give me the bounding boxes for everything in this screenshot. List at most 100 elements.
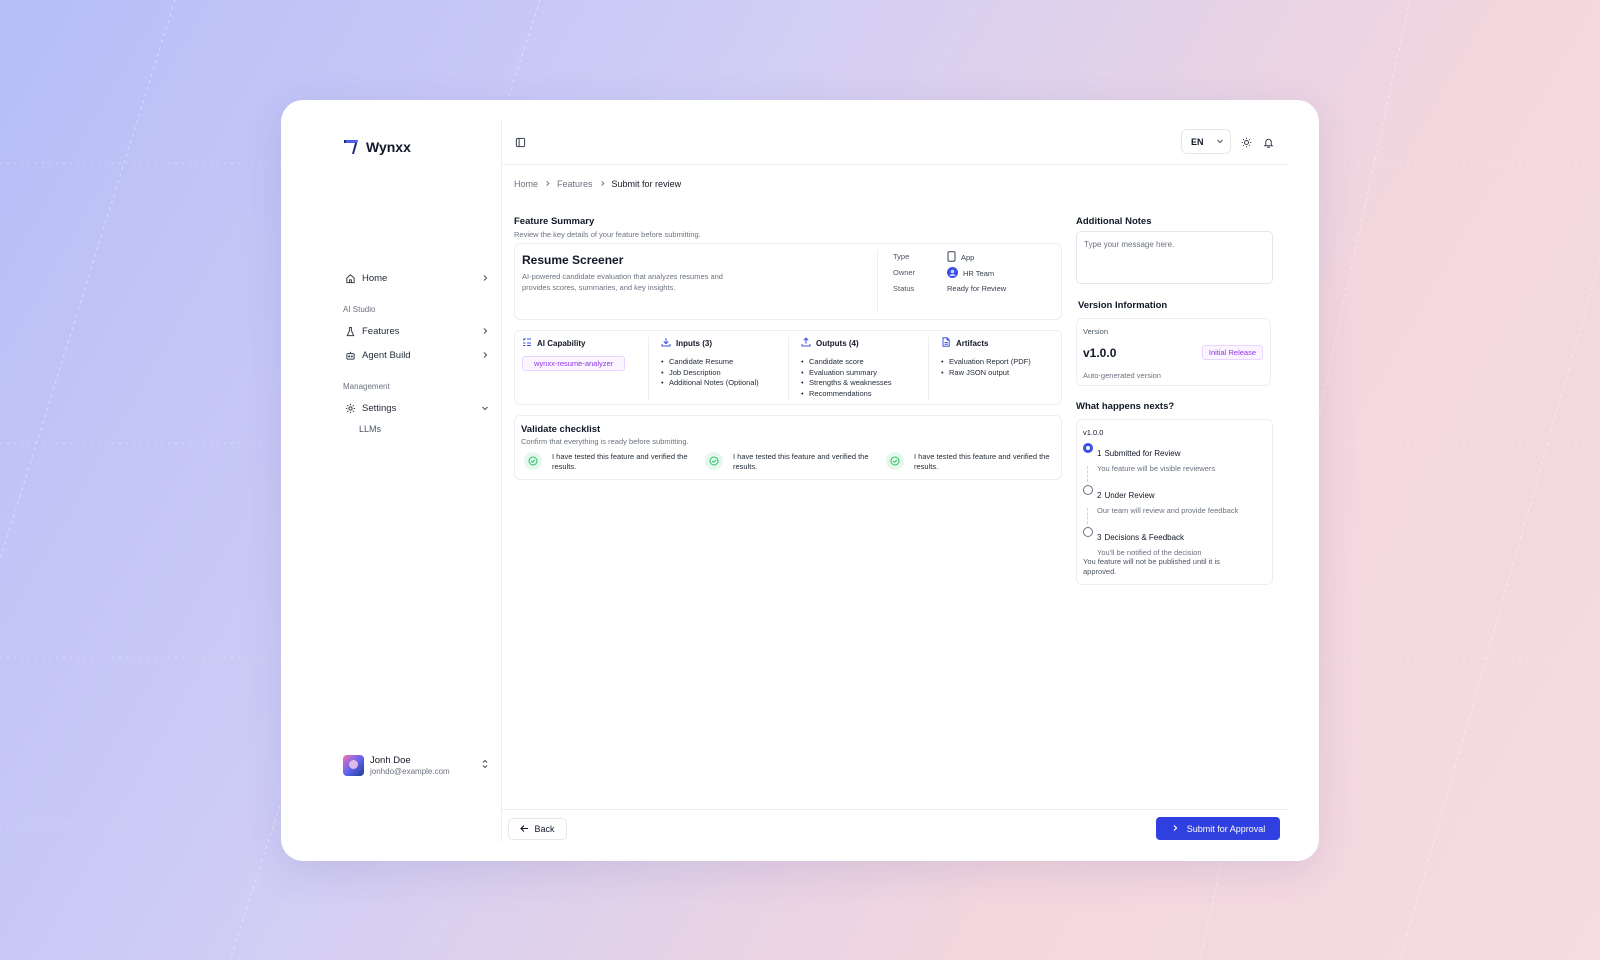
breadcrumb-features[interactable]: Features — [557, 179, 593, 189]
release-badge: Initial Release — [1201, 345, 1263, 360]
list-item: Job Description — [661, 368, 791, 379]
bell-icon[interactable] — [1263, 135, 1274, 153]
sidebar-item-settings[interactable]: Settings — [343, 398, 489, 418]
breadcrumb: Home Features Submit for review — [514, 179, 681, 189]
topbar-divider — [502, 164, 1289, 165]
chevron-right-icon — [599, 179, 606, 189]
clock-icon — [1083, 527, 1093, 537]
wynxx-logo-icon — [344, 140, 358, 154]
feature-summary-title: Feature Summary — [514, 216, 595, 227]
checklist-subtitle: Confirm that everything is ready before … — [521, 437, 689, 446]
outputs-title: Outputs (4) — [816, 338, 859, 348]
chevron-down-icon — [1216, 137, 1224, 147]
list-item: Raw JSON output — [941, 368, 1059, 379]
step-2: 2 Under Review Our team will review and p… — [1083, 485, 1238, 515]
check-circle-icon — [524, 452, 542, 470]
notes-title: Additional Notes — [1076, 216, 1152, 227]
flask-icon — [343, 326, 357, 337]
checklist-item[interactable]: I have tested this feature and verified … — [886, 452, 1066, 472]
sidebar-item-home[interactable]: Home — [343, 268, 489, 288]
sidebar-item-agent-build[interactable]: Agent Build — [343, 345, 489, 365]
sidebar-item-features[interactable]: Features — [343, 321, 489, 341]
chevron-right-icon — [481, 327, 489, 335]
inputs-list: Candidate Resume Job Description Additio… — [661, 357, 791, 389]
column-divider — [788, 337, 789, 401]
version-note: Auto-generated version — [1083, 371, 1161, 380]
user-email: jonhdo@example.com — [370, 766, 450, 776]
checklist-item[interactable]: I have tested this feature and verified … — [524, 452, 704, 472]
step-connector — [1087, 508, 1088, 524]
breadcrumb-home[interactable]: Home — [514, 179, 538, 189]
chevron-right-icon — [544, 179, 551, 189]
artifacts-list: Evaluation Report (PDF) Raw JSON output — [941, 357, 1059, 378]
type-text: App — [961, 253, 975, 262]
submit-label: Submit for Approval — [1186, 823, 1266, 834]
summary-divider — [877, 250, 878, 314]
sidebar-subitem-llms[interactable]: LLMs — [359, 424, 381, 434]
type-value: App — [947, 251, 974, 264]
step-number: 1 — [1097, 449, 1102, 458]
outputs-column: Outputs (4) Candidate score Evaluation s… — [801, 337, 926, 403]
feature-summary-subtitle: Review the key details of your feature b… — [514, 230, 701, 239]
step-connector — [1087, 466, 1088, 482]
submit-for-approval-button[interactable]: Submit for Approval — [1156, 817, 1280, 840]
chevron-up-down-icon — [481, 756, 489, 774]
list-item: Recommendations — [801, 389, 926, 400]
owner-text: HR Team — [963, 269, 995, 278]
next-version: v1.0.0 — [1083, 428, 1104, 437]
step-3: 3 Decisions & Feedback You'll be notified… — [1083, 527, 1202, 557]
checklist-item[interactable]: I have tested this feature and verified … — [705, 452, 885, 472]
upload-icon — [801, 337, 811, 349]
notes-input[interactable] — [1076, 231, 1273, 284]
checklist-text: I have tested this feature and verified … — [914, 452, 1050, 471]
step-title: Decisions & Feedback — [1104, 533, 1185, 542]
clock-icon — [1083, 485, 1093, 495]
outputs-list: Candidate score Evaluation summary Stren… — [801, 357, 926, 399]
feature-summary-card: Resume Screener AI-powered candidate eva… — [514, 243, 1062, 320]
user-name: Jonh Doe — [370, 754, 411, 766]
sidebar-item-label: Features — [362, 325, 400, 337]
type-label: Type — [893, 252, 910, 261]
owner-avatar-icon — [947, 267, 958, 280]
radio-active-icon — [1083, 443, 1093, 453]
back-button[interactable]: Back — [508, 818, 567, 840]
nav-section-ai-studio: AI Studio — [343, 305, 376, 314]
user-menu[interactable]: Jonh Doe jonhdo@example.com — [343, 752, 489, 778]
owner-label: Owner — [893, 268, 916, 277]
chevron-right-icon — [481, 351, 489, 359]
step-desc: Our team will review and provide feedbac… — [1097, 506, 1239, 515]
feature-description: AI-powered candidate evaluation that ana… — [522, 272, 723, 292]
sidebar-item-label: Settings — [362, 402, 397, 414]
step-desc: You feature will be visible reviewers — [1097, 464, 1216, 473]
status-label: Status — [893, 284, 915, 293]
step-title: Under Review — [1104, 491, 1155, 500]
version-title: Version Information — [1078, 300, 1168, 311]
list-item: Candidate score — [801, 357, 926, 368]
chevron-down-icon — [481, 404, 489, 412]
language-select[interactable]: EN — [1181, 129, 1231, 154]
avatar — [343, 754, 364, 776]
checklist-text: I have tested this feature and verified … — [733, 452, 869, 471]
version-value: v1.0.0 — [1083, 346, 1117, 360]
check-circle-icon — [886, 452, 904, 470]
sun-icon[interactable] — [1241, 135, 1252, 153]
checklist-card: Validate checklist Confirm that everythi… — [514, 415, 1062, 480]
list-item: Additional Notes (Optional) — [661, 378, 791, 389]
list-item: Evaluation summary — [801, 368, 926, 379]
file-icon — [941, 337, 951, 349]
next-steps-card: v1.0.0 1 Submitted for Review You feature… — [1076, 419, 1273, 585]
language-value: EN — [1191, 136, 1204, 147]
sidebar-panel-icon[interactable] — [515, 135, 526, 153]
version-label: Version — [1083, 327, 1109, 336]
chevron-right-icon — [481, 274, 489, 282]
step-1: 1 Submitted for Review You feature will b… — [1083, 443, 1215, 473]
logo[interactable]: Wynxx — [343, 138, 411, 155]
artifacts-column: Artifacts Evaluation Report (PDF) Raw JS… — [941, 337, 1059, 403]
list-item: Evaluation Report (PDF) — [941, 357, 1059, 368]
download-icon — [661, 337, 671, 349]
capability-chip: wynxx-resume-analyzer — [522, 356, 626, 371]
sidebar-item-label: Agent Build — [362, 349, 411, 361]
sidebar: Wynxx Home AI Studio Features Agent Buil… — [281, 100, 501, 861]
list-item: Candidate Resume — [661, 357, 791, 368]
gear-icon — [343, 403, 357, 414]
